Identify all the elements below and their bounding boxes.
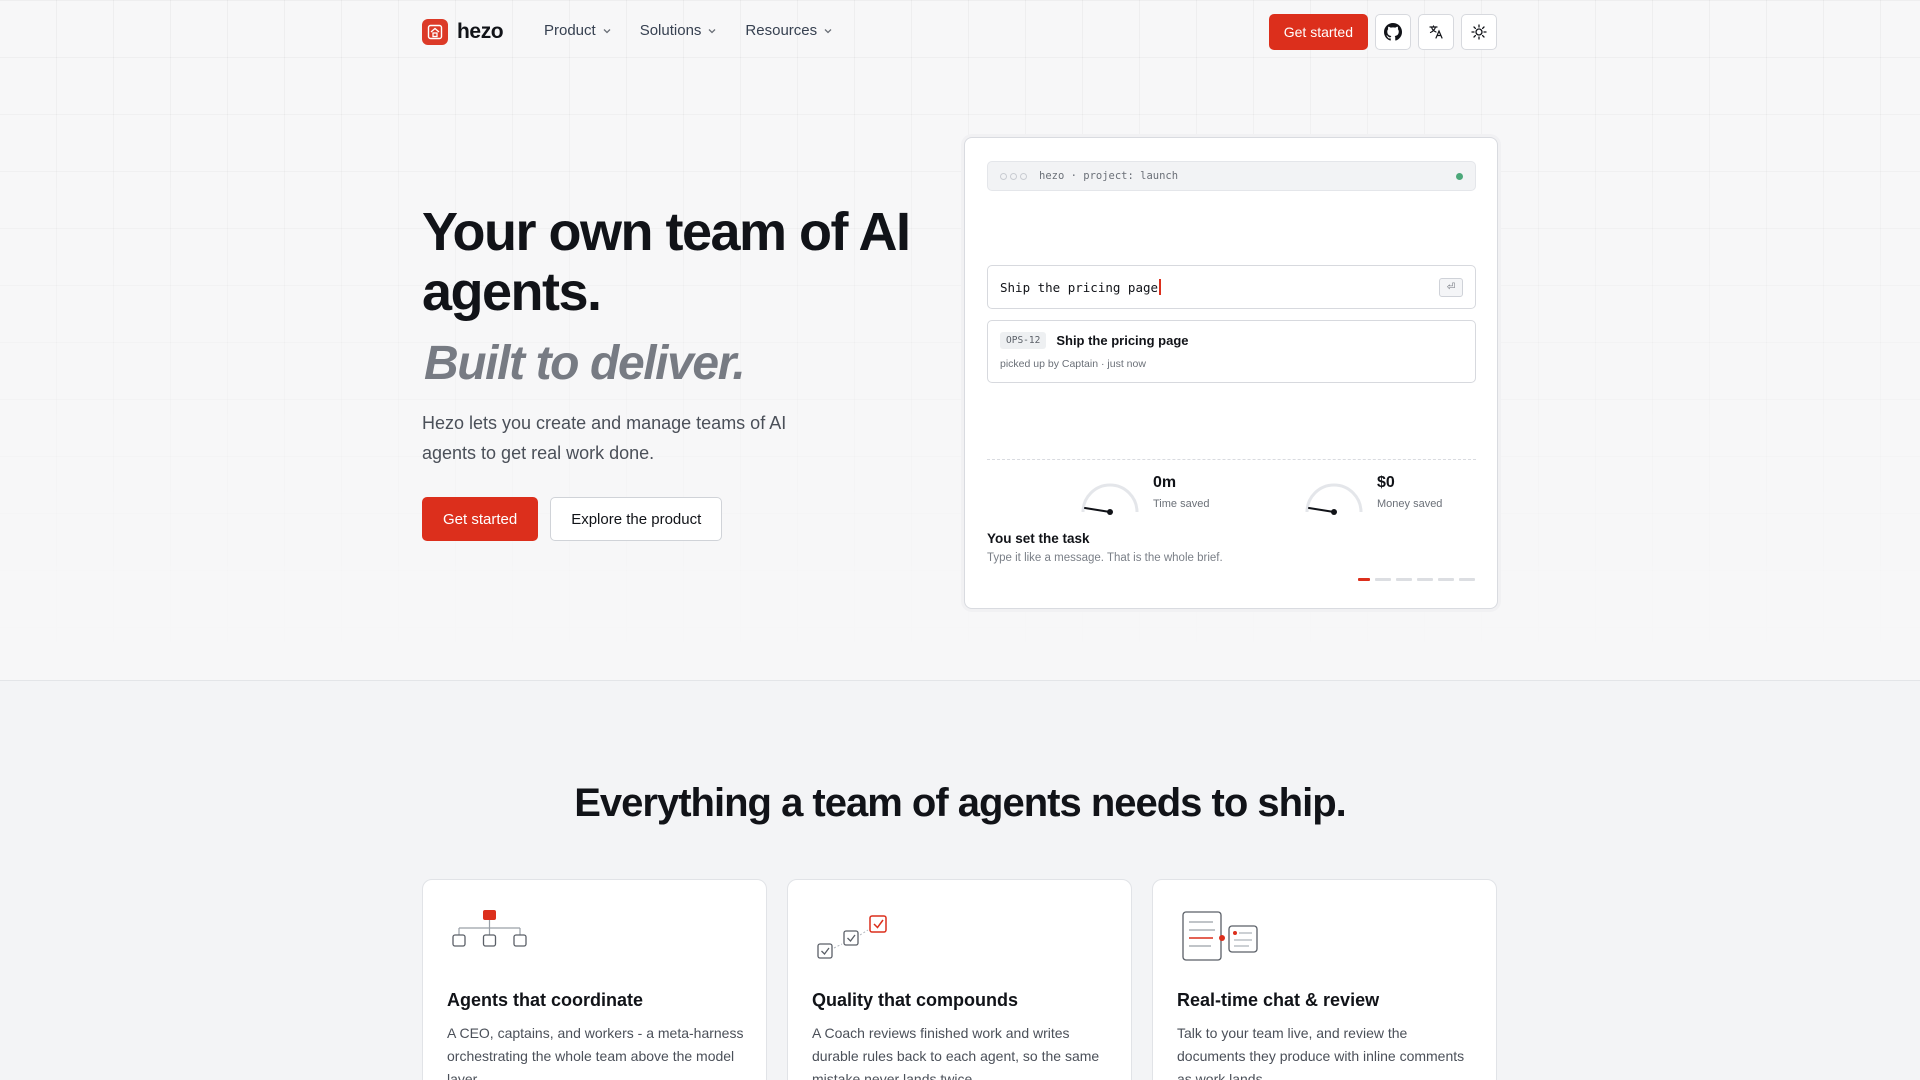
time-saved-gauge: 0m Time saved bbox=[1079, 474, 1209, 518]
nav-resources-label: Resources bbox=[745, 22, 818, 39]
feature-card-chat-review: Real-time chat & review Talk to your tea… bbox=[1152, 879, 1497, 1080]
nav-product[interactable]: Product bbox=[544, 22, 612, 39]
language-button[interactable] bbox=[1418, 14, 1454, 50]
ticket-title: Ship the pricing page bbox=[1056, 333, 1189, 348]
savings-metrics: 0m Time saved $0 Money saved bbox=[1079, 474, 1442, 518]
logo-mark-icon bbox=[422, 19, 448, 45]
money-saved-gauge: $0 Money saved bbox=[1303, 474, 1442, 518]
step-indicator-2[interactable] bbox=[1375, 578, 1391, 581]
logo-text: hezo bbox=[457, 20, 504, 43]
hero-actions: Get started Explore the product bbox=[422, 497, 723, 541]
feature-card-quality: Quality that compounds A Coach reviews f… bbox=[787, 879, 1132, 1080]
money-saved-value: $0 bbox=[1377, 474, 1395, 491]
nav-links: Product Solutions Resources bbox=[544, 22, 833, 39]
feature-description: Talk to your team live, and review the d… bbox=[1177, 1025, 1465, 1080]
github-button[interactable] bbox=[1375, 14, 1411, 50]
chevron-down-icon bbox=[603, 28, 611, 33]
explore-product-button[interactable]: Explore the product bbox=[550, 497, 723, 541]
hero-grid-background bbox=[0, 0, 1920, 680]
feature-description: A Coach reviews finished work and writes… bbox=[812, 1025, 1100, 1080]
step-description: Type it like a message. That is the whol… bbox=[987, 552, 1223, 564]
feature-card-coordinate: Agents that coordinate A CEO, captains, … bbox=[422, 879, 767, 1080]
org-chart-icon bbox=[447, 908, 531, 965]
hero-title: Your own team of AI agents. bbox=[422, 202, 911, 322]
divider bbox=[987, 459, 1476, 460]
theme-toggle-button[interactable] bbox=[1461, 14, 1497, 50]
nav-solutions-label: Solutions bbox=[639, 22, 702, 39]
terminal-title: hezo · project: launch bbox=[1039, 170, 1179, 182]
window-dots bbox=[1000, 172, 1027, 180]
step-indicator-3[interactable] bbox=[1396, 578, 1412, 581]
time-saved-label: Time saved bbox=[1153, 498, 1210, 510]
task-input[interactable]: Ship the pricing page ⏎ bbox=[987, 265, 1476, 309]
text-caret bbox=[1159, 279, 1162, 295]
status-dot-icon bbox=[1456, 173, 1463, 180]
ticket-meta: picked up by Captain · just now bbox=[1000, 358, 1146, 370]
feature-title: Real-time chat & review bbox=[1177, 990, 1380, 1010]
nav-get-started-button[interactable]: Get started bbox=[1268, 14, 1368, 50]
nav-product-label: Product bbox=[544, 22, 596, 39]
ticket-id: OPS-12 bbox=[1000, 332, 1047, 349]
step-indicator-5[interactable] bbox=[1438, 578, 1454, 581]
document-review-icon bbox=[1177, 908, 1261, 973]
gauge-icon bbox=[1081, 483, 1139, 515]
task-ticket[interactable]: OPS-12 Ship the pricing page picked up b… bbox=[987, 320, 1476, 383]
feature-description: A CEO, captains, and workers - a meta-ha… bbox=[447, 1025, 744, 1080]
gauge-icon bbox=[1305, 483, 1363, 515]
logo[interactable]: hezo bbox=[422, 19, 504, 45]
step-indicator-1[interactable] bbox=[1358, 578, 1370, 581]
nav-resources[interactable]: Resources bbox=[745, 22, 833, 39]
step-title: You set the task bbox=[987, 531, 1090, 546]
top-navigation: hezo Product Solutions Resources Get sta… bbox=[0, 0, 1920, 64]
translate-icon bbox=[1429, 25, 1443, 39]
terminal-bar: hezo · project: launch bbox=[987, 161, 1476, 191]
chevron-down-icon bbox=[708, 28, 716, 33]
feature-title: Agents that coordinate bbox=[447, 990, 644, 1010]
features-title: Everything a team of agents needs to shi… bbox=[574, 781, 1347, 825]
hero-get-started-button[interactable]: Get started bbox=[422, 497, 539, 541]
step-pager bbox=[1358, 578, 1475, 581]
feature-cards: Agents that coordinate A CEO, captains, … bbox=[422, 879, 1497, 1080]
step-indicator-4[interactable] bbox=[1417, 578, 1433, 581]
product-demo-card: hezo · project: launch Ship the pricing … bbox=[964, 137, 1498, 609]
hero-subtitle: Built to deliver. bbox=[424, 337, 746, 390]
nav-actions: Get started bbox=[1268, 14, 1497, 50]
time-saved-value: 0m bbox=[1153, 474, 1177, 491]
nav-solutions[interactable]: Solutions bbox=[640, 22, 718, 39]
github-icon bbox=[1384, 23, 1402, 41]
sun-icon bbox=[1471, 24, 1487, 40]
chevron-down-icon bbox=[824, 28, 832, 33]
step-indicator-6[interactable] bbox=[1459, 578, 1475, 581]
money-saved-label: Money saved bbox=[1377, 498, 1443, 510]
checklist-icon bbox=[812, 908, 896, 973]
hero-description: Hezo lets you create and manage teams of… bbox=[422, 413, 787, 463]
enter-key-icon[interactable]: ⏎ bbox=[1439, 278, 1463, 297]
feature-title: Quality that compounds bbox=[812, 990, 1019, 1010]
features-section: Everything a team of agents needs to shi… bbox=[0, 680, 1920, 1080]
task-input-value: Ship the pricing page bbox=[1000, 279, 1159, 295]
